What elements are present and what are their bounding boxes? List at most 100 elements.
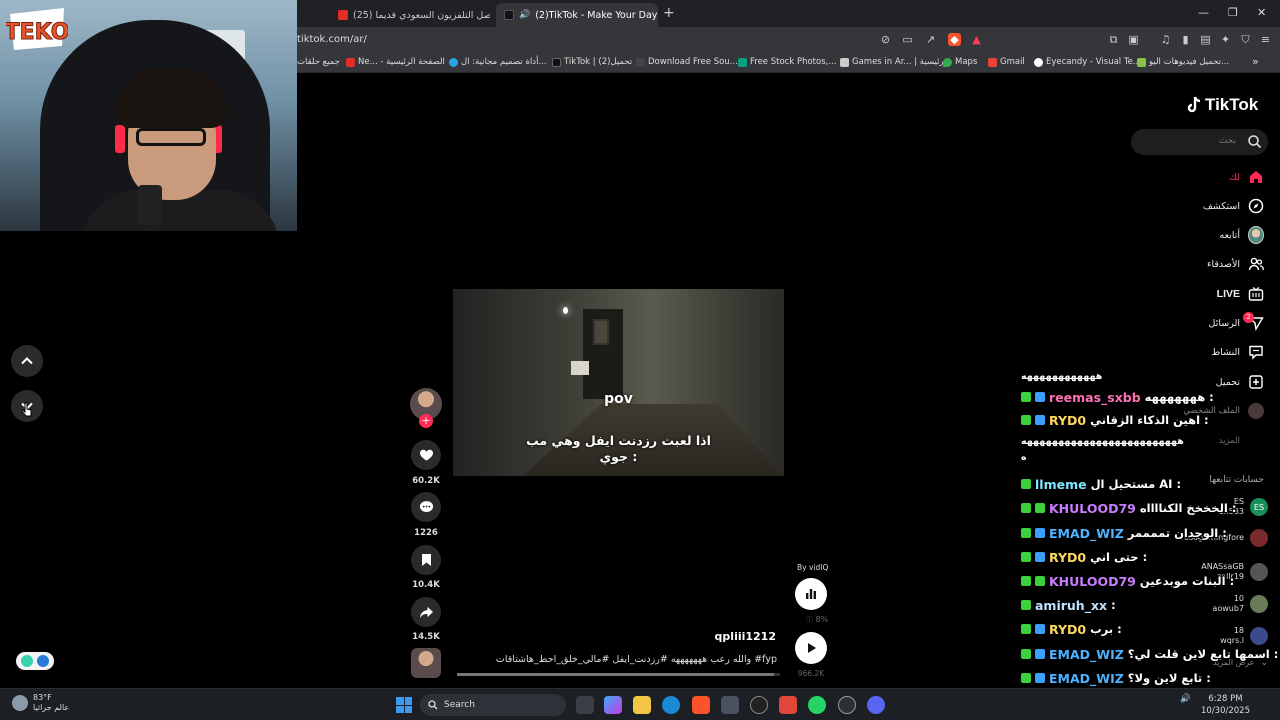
bookmark-item[interactable]: Free Stock Photos,... — [738, 57, 836, 67]
brave-shield-icon[interactable]: ◆ — [948, 33, 961, 46]
bookmark-item[interactable]: Games in Ar... | رئيسية — [840, 57, 944, 67]
nav-activity[interactable]: النشاط — [1211, 344, 1264, 360]
sidebar-icon[interactable]: ▮ — [1179, 33, 1192, 46]
chat-text: البنات موبدعين : — [1139, 574, 1235, 588]
app-icon[interactable] — [779, 696, 797, 714]
video-caption-pov: pov — [604, 391, 633, 407]
copilot-icon[interactable] — [604, 696, 622, 714]
more-bookmarks-icon[interactable]: » — [1252, 55, 1259, 68]
video-player[interactable]: pov اذا لعبت رزدنت ايفل وهي مب جوي : — [453, 289, 784, 476]
kick-badge-icon — [1021, 649, 1031, 659]
extensions-icon[interactable]: ⧉ — [1107, 33, 1120, 46]
info-icon: ⓘ — [806, 616, 813, 624]
vpn-icon[interactable]: ⛉ — [1239, 33, 1252, 46]
chat-message: EMAD_WIZ الوجدان تممممر : — [1021, 522, 1227, 544]
nav-friends[interactable]: الأصدقاء — [1207, 256, 1264, 272]
chevron-up-icon — [21, 357, 33, 365]
search-input[interactable]: بحث — [1219, 136, 1236, 146]
weather-widget[interactable]: 83°F عالم جراثيا — [12, 693, 69, 713]
following-account[interactable]: 10 aowub7 — [1212, 594, 1268, 614]
clock[interactable]: 6:28 PM 10/30/2025 — [1201, 693, 1250, 717]
app-icon[interactable] — [838, 696, 856, 714]
wallet2-icon[interactable]: ▤ — [1199, 33, 1212, 46]
previous-video-button[interactable] — [11, 345, 43, 377]
task-view-icon[interactable] — [576, 696, 594, 714]
compass-icon — [1248, 198, 1264, 214]
whatsapp-icon[interactable] — [808, 696, 826, 714]
play-button[interactable] — [795, 632, 827, 664]
bookmark-button[interactable] — [411, 545, 441, 575]
creator-username[interactable]: qpliii1212 — [700, 630, 776, 643]
search-icon[interactable] — [1247, 134, 1262, 149]
video-caption: اذا لعبت رزدنت ايفل وهي مب جوي : — [453, 433, 784, 465]
nav-for-you[interactable]: لك — [1229, 169, 1264, 185]
bookmark-icon — [421, 554, 431, 566]
store-icon[interactable] — [721, 696, 739, 714]
wallet-icon[interactable]: ▣ — [1127, 33, 1140, 46]
chat-message: amiruh_xx: — [1021, 594, 1116, 616]
like-button[interactable] — [411, 440, 441, 470]
nav-upload[interactable]: تحميل — [1216, 374, 1264, 390]
menu-icon[interactable]: ≡ — [1259, 33, 1272, 46]
nav-live[interactable]: LIVE — [1217, 286, 1264, 302]
brave-icon[interactable] — [692, 696, 710, 714]
weather-icon — [12, 695, 28, 711]
nav-following[interactable]: أتابعه — [1220, 226, 1264, 244]
bookmark-item[interactable]: تحميل فيديوهات اليو... — [1137, 57, 1229, 67]
share-page-icon[interactable]: ↗ — [924, 33, 937, 46]
edge-icon[interactable] — [662, 696, 680, 714]
account-name: 18 — [1233, 626, 1244, 635]
tiktok-logo[interactable]: TikTok — [1186, 95, 1258, 115]
nav-more[interactable]: المزيد — [1219, 433, 1264, 449]
nav-messages[interactable]: الرسائل 2 — [1209, 312, 1264, 331]
tab-tiktok[interactable]: 🔊 (2)TikTok - Make Your Day ✕ — [496, 3, 658, 27]
tab-youtube[interactable]: (25) فاصل التلفزيون السعودي قديما - — [330, 3, 490, 27]
music-disc-icon[interactable] — [411, 648, 441, 678]
chat-text: حتى اني : — [1090, 550, 1148, 564]
url-field[interactable]: tiktok.com/ar/ — [297, 34, 367, 45]
minimize-icon[interactable]: — — [1198, 6, 1209, 19]
brave-rewards-icon[interactable]: ▲ — [970, 33, 983, 46]
extension-toggle[interactable] — [16, 652, 54, 670]
bookmark-item[interactable]: أداة تصميم مجانية: ال... — [449, 57, 547, 67]
bookmark-item[interactable]: Download Free Sou... — [636, 57, 738, 67]
follow-plus-icon[interactable]: + — [419, 414, 433, 428]
tiktok-search[interactable]: بحث — [1131, 129, 1268, 155]
bookmark-item[interactable]: Ne... - الصفحة الرئيسية — [346, 57, 445, 67]
obs-icon[interactable] — [750, 696, 768, 714]
chat-username: RYD0 — [1049, 621, 1087, 637]
volume-icon[interactable]: 🔊 — [1180, 693, 1191, 705]
screen-icon[interactable]: ▭ — [901, 33, 914, 46]
bookmark-item[interactable]: Eyecandy - Visual Te... — [1034, 57, 1141, 67]
discord-icon[interactable] — [867, 696, 885, 714]
bookmark-item[interactable]: جميع حلقات — [297, 57, 340, 67]
windows-start-icon[interactable] — [396, 697, 412, 713]
chat-message: reemas_sxbb هههههههه : — [1021, 386, 1214, 408]
maximize-icon[interactable]: ❐ — [1228, 6, 1238, 19]
comment-button[interactable] — [411, 492, 441, 522]
comment-count: 1226 — [414, 528, 438, 538]
chat-username: llmeme — [1035, 476, 1087, 492]
no-tracking-icon[interactable]: ⊘ — [879, 33, 892, 46]
following-header: حسابات تتابعها — [1209, 475, 1264, 485]
music-icon[interactable]: ♫ — [1159, 33, 1172, 46]
user-badge-icon — [1035, 415, 1045, 425]
video-progress-bar[interactable] — [457, 673, 780, 676]
file-explorer-icon[interactable] — [633, 696, 651, 714]
bookmark-item[interactable]: TikTok | تحميل(2) — [552, 57, 632, 67]
chat-message-line: ههههههههههههه — [1021, 371, 1103, 382]
new-tab-button[interactable]: + — [663, 5, 675, 21]
nav-explore[interactable]: استكشف — [1203, 198, 1264, 214]
youtube-favicon-icon — [338, 10, 348, 20]
vidiq-percent: ⓘ 8% — [806, 615, 828, 625]
bookmark-item[interactable]: Maps — [943, 57, 977, 67]
share-button[interactable] — [411, 597, 441, 627]
bookmark-item[interactable]: Gmail — [988, 57, 1025, 67]
close-window-icon[interactable]: ✕ — [1257, 6, 1266, 19]
streamer-glasses — [136, 128, 206, 146]
tiktok-logo-text: TikTok — [1205, 95, 1259, 114]
vidiq-stats-button[interactable] — [795, 578, 827, 610]
ai-icon[interactable]: ✦ — [1219, 33, 1232, 46]
account-avatar — [1250, 529, 1268, 547]
taskbar-search[interactable]: Search — [420, 694, 566, 716]
